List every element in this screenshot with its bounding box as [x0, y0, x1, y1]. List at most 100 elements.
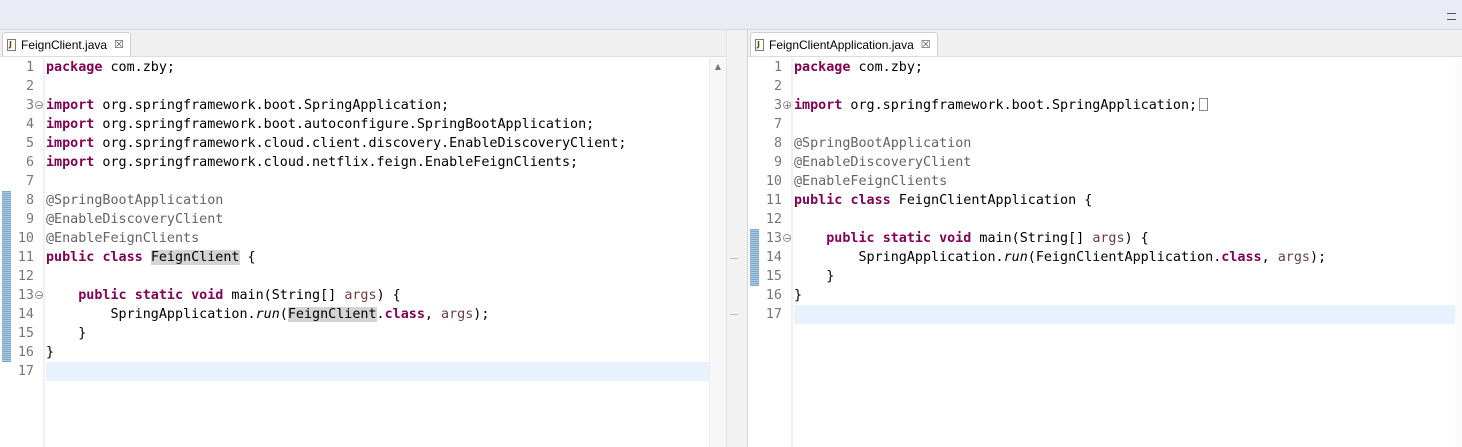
code-line[interactable]: } — [794, 267, 1455, 286]
line-number: 12 — [17, 269, 34, 284]
code-token: args — [1092, 231, 1125, 246]
code-line[interactable]: package com.zby; — [794, 58, 1455, 77]
scroll-up-arrow-icon[interactable]: ▲ — [710, 62, 726, 71]
code-line[interactable]: import org.springframework.cloud.client.… — [46, 134, 710, 153]
collapsed-region-icon[interactable] — [1199, 98, 1209, 111]
code-token: ); — [473, 307, 490, 322]
code-line[interactable] — [46, 77, 710, 96]
code-line[interactable] — [794, 115, 1455, 134]
line-number: 2 — [773, 79, 782, 94]
change-bar — [750, 229, 759, 286]
close-icon[interactable]: ☒ — [114, 38, 124, 51]
code-token: args — [344, 288, 377, 303]
code-line[interactable]: @EnableFeignClients — [46, 229, 710, 248]
code-line[interactable] — [46, 267, 710, 286]
line-number: 8 — [25, 193, 34, 208]
code-line[interactable]: } — [46, 324, 710, 343]
minimize-icon[interactable] — [1447, 13, 1456, 20]
code-token: import — [46, 117, 95, 132]
code-line[interactable]: @SpringBootApplication — [46, 191, 710, 210]
line-number: 8 — [773, 136, 782, 151]
editor-split-sash[interactable] — [727, 30, 747, 447]
line-number: 15 — [17, 326, 34, 341]
fold-collapse-icon[interactable]: − — [35, 101, 43, 110]
close-icon[interactable]: ☒ — [921, 38, 931, 51]
line-number: 7 — [773, 117, 782, 132]
line-number: 11 — [765, 193, 782, 208]
code-token: (FeignClientApplication. — [1027, 250, 1222, 265]
code-line[interactable]: package com.zby; — [46, 58, 710, 77]
code-line[interactable]: public static void main(String[] args) { — [794, 229, 1455, 248]
editor-feignclient: J FeignClient.java ☒ 1 2 3−4 5 6 7 8 9 10 11 12 13−… — [0, 30, 727, 447]
code-token: org.springframework.boot.SpringApplicati… — [94, 98, 450, 113]
code-token: } — [794, 269, 835, 284]
code-line[interactable]: SpringApplication.run(FeignClientApplica… — [794, 248, 1455, 267]
line-number: 7 — [25, 174, 34, 189]
overview-ruler[interactable] — [1455, 58, 1462, 447]
code-token: package — [46, 60, 103, 75]
code-line[interactable]: import org.springframework.cloud.netflix… — [46, 153, 710, 172]
code-line[interactable]: @EnableFeignClients — [794, 172, 1455, 191]
fold-collapse-icon[interactable]: − — [783, 234, 791, 243]
code-line[interactable]: @EnableDiscoveryClient — [46, 210, 710, 229]
source-text[interactable]: package com.zby; import org.springframewo… — [46, 58, 710, 447]
code-token: } — [46, 345, 55, 360]
code-token: FeignClientApplication { — [890, 193, 1093, 208]
code-editor-area[interactable]: 1 2 3−4 5 6 7 8 9 10 11 12 13−14 15 16 17 package com.… — [0, 58, 726, 447]
java-file-icon: J — [7, 38, 16, 51]
code-token: ) { — [376, 288, 401, 303]
code-line[interactable]: public class FeignClient { — [46, 248, 710, 267]
code-token: org.springframework.boot.SpringApplicati… — [842, 98, 1198, 113]
java-file-icon: J — [755, 38, 764, 51]
source-text[interactable]: package com.zby; import org.springframewo… — [794, 58, 1455, 447]
code-line[interactable] — [794, 210, 1455, 229]
code-token: @SpringBootApplication — [46, 193, 224, 208]
tab-feignclient-java[interactable]: J FeignClient.java ☒ — [2, 32, 131, 56]
code-token: } — [794, 288, 803, 303]
tab-feignclientapplication-java[interactable]: J FeignClientApplication.java ☒ — [750, 32, 938, 56]
fold-collapse-icon[interactable]: − — [35, 291, 43, 300]
code-line[interactable]: public class FeignClientApplication { — [794, 191, 1455, 210]
code-line[interactable]: } — [46, 343, 710, 362]
code-token: run — [255, 307, 280, 322]
code-token: public — [826, 231, 875, 246]
code-line[interactable] — [794, 305, 1455, 324]
code-token: import — [46, 136, 95, 151]
code-token: FeignClient — [150, 250, 240, 265]
code-token: SpringApplication. — [794, 250, 1004, 265]
sash-marker — [730, 258, 738, 259]
line-number: 4 — [25, 117, 34, 132]
editor-tab-bar: J FeignClientApplication.java ☒ — [748, 30, 1462, 57]
line-number-ruler: 1 2 3−4 5 6 7 8 9 10 11 12 13−14 15 16 17 — [13, 58, 43, 447]
line-number-ruler: 1 2 3 +7 8 9 10 11 12 13−14 15 16 17 — [761, 58, 791, 447]
code-token: class — [102, 250, 143, 265]
code-line[interactable]: import org.springframework.boot.SpringAp… — [794, 96, 1455, 115]
code-line[interactable] — [794, 77, 1455, 96]
code-token: args — [441, 307, 474, 322]
code-token: ) { — [1124, 231, 1149, 246]
code-token: @EnableFeignClients — [794, 174, 948, 189]
sash-marker — [730, 314, 738, 315]
code-line[interactable] — [46, 362, 710, 381]
code-token: public — [794, 193, 843, 208]
vertical-scrollbar[interactable]: ▲ — [709, 58, 726, 447]
code-editor-area[interactable]: 1 2 3 +7 8 9 10 11 12 13−14 15 16 17 package com.zby… — [748, 58, 1462, 447]
line-number: 14 — [765, 250, 782, 265]
code-line[interactable]: import org.springframework.boot.SpringAp… — [46, 96, 710, 115]
fold-expand-icon[interactable]: + — [783, 101, 791, 110]
code-line[interactable]: } — [794, 286, 1455, 305]
change-ruler — [748, 58, 761, 447]
code-line[interactable]: @EnableDiscoveryClient — [794, 153, 1455, 172]
code-line[interactable]: public static void main(String[] args) { — [46, 286, 710, 305]
code-line[interactable]: import org.springframework.boot.autoconf… — [46, 115, 710, 134]
change-ruler — [0, 58, 13, 447]
code-token: { — [239, 250, 256, 265]
code-line[interactable]: SpringApplication.run(FeignClient.class,… — [46, 305, 710, 324]
code-line[interactable]: @SpringBootApplication — [794, 134, 1455, 153]
code-line[interactable] — [46, 172, 710, 191]
